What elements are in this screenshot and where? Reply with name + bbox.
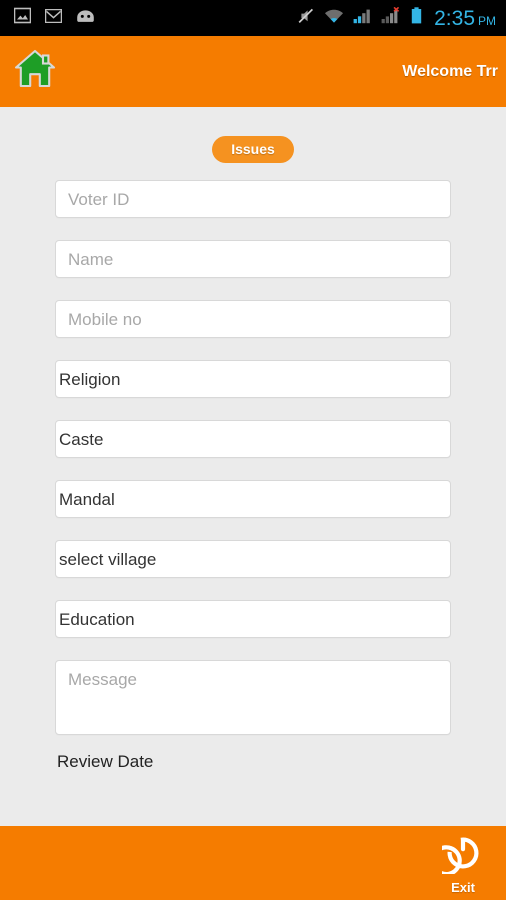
- voter-id-placeholder: Voter ID: [68, 189, 130, 209]
- app-header: Welcome Trr: [0, 36, 506, 107]
- education-select[interactable]: Education: [55, 600, 451, 638]
- bottom-bar: Exit: [0, 826, 506, 900]
- wifi-icon: [324, 8, 344, 29]
- caste-select[interactable]: Caste: [55, 420, 451, 458]
- voter-id-field[interactable]: Voter ID: [55, 180, 451, 218]
- gallery-image-icon: [13, 7, 32, 29]
- mandal-select[interactable]: Mandal: [55, 480, 451, 518]
- status-bar: 2:35 PM: [0, 0, 506, 36]
- status-time-ampm: PM: [478, 13, 496, 28]
- name-placeholder: Name: [68, 249, 114, 269]
- name-field[interactable]: Name: [55, 240, 451, 278]
- status-bar-notifications: [13, 7, 95, 29]
- message-placeholder: Message: [68, 670, 137, 689]
- app-root: 2:35 PM Welcome Trr Issues Voter ID Name…: [0, 0, 506, 900]
- issues-form: Voter ID Name Mobile no Religion Caste M…: [0, 180, 506, 770]
- mandal-selected-value: Mandal: [59, 489, 115, 509]
- village-select[interactable]: select village: [55, 540, 451, 578]
- ringer-muted-icon: [297, 7, 315, 30]
- form-scroll-area[interactable]: Issues Voter ID Name Mobile no Religion …: [0, 107, 506, 826]
- mobile-no-field[interactable]: Mobile no: [55, 300, 451, 338]
- status-bar-clock: 2:35 PM: [431, 8, 496, 29]
- exit-label: Exit: [451, 880, 475, 895]
- religion-select[interactable]: Religion: [55, 360, 451, 398]
- android-robot-icon: [76, 9, 95, 28]
- welcome-label: Welcome Trr: [402, 62, 498, 80]
- cellular-signal-icon: [353, 8, 372, 29]
- mobile-no-placeholder: Mobile no: [68, 309, 142, 329]
- village-selected-value: select village: [59, 549, 157, 569]
- caste-selected-value: Caste: [59, 429, 104, 449]
- power-icon: [430, 832, 484, 879]
- issues-tab[interactable]: Issues: [212, 136, 294, 163]
- gmail-envelope-icon: [44, 8, 63, 28]
- exit-button[interactable]: Exit: [430, 832, 484, 895]
- home-icon: [13, 48, 57, 95]
- section-chip-row: Issues: [0, 107, 506, 163]
- status-bar-system-icons: 2:35 PM: [297, 6, 496, 30]
- review-date-label: Review Date: [57, 752, 154, 771]
- religion-selected-value: Religion: [59, 369, 121, 389]
- home-button[interactable]: [12, 48, 58, 95]
- status-time-value: 2:35: [434, 6, 475, 30]
- battery-icon: [411, 7, 422, 29]
- cellular-signal-no-service-icon: [381, 6, 402, 29]
- message-textarea[interactable]: Message: [55, 660, 451, 735]
- education-selected-value: Education: [59, 609, 135, 629]
